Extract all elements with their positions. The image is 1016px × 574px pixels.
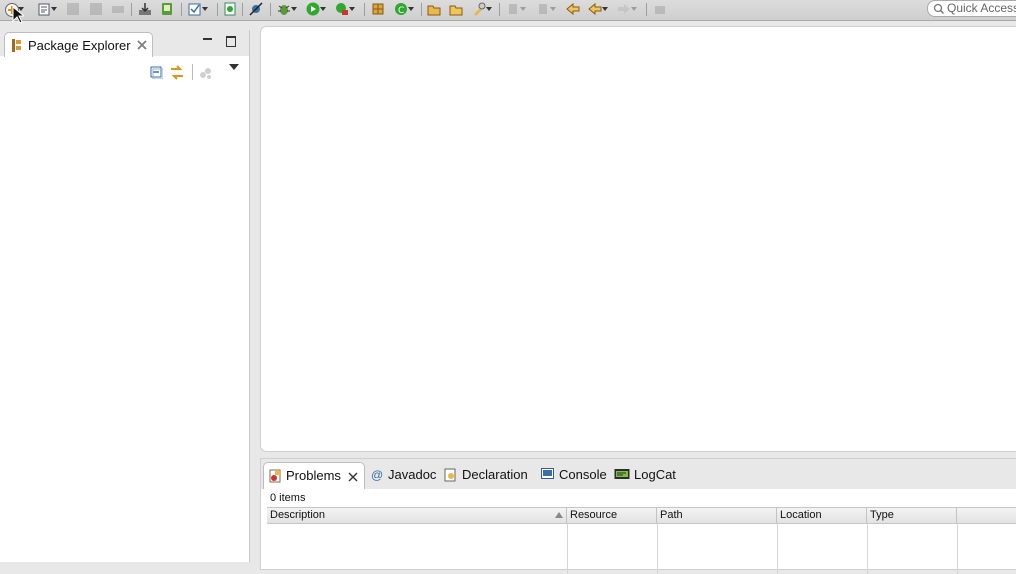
tab-declaration-label: Declaration xyxy=(462,467,528,482)
package-explorer-header: Package Explorer xyxy=(0,30,249,57)
android-xml-icon[interactable] xyxy=(223,2,237,16)
problems-items-count: 0 items xyxy=(270,492,306,504)
debug-icon[interactable] xyxy=(277,2,297,16)
column-header-type[interactable]: Type xyxy=(867,508,957,523)
svg-text:C: C xyxy=(398,6,404,16)
open-type-icon[interactable] xyxy=(427,2,441,16)
android-device-icon[interactable] xyxy=(160,2,174,16)
new-class-icon[interactable]: C xyxy=(394,2,414,16)
pin-editor-icon[interactable] xyxy=(653,2,667,16)
javadoc-at-icon: @ xyxy=(371,468,384,482)
run-external-icon[interactable] xyxy=(335,2,355,16)
editor-area xyxy=(260,26,1016,452)
package-explorer-title: Package Explorer xyxy=(28,38,131,53)
quick-access-field[interactable]: Quick Access xyxy=(927,0,1016,17)
toolbar-separator xyxy=(646,3,647,16)
tab-console-label: Console xyxy=(559,467,607,482)
tab-javadoc-label: Javadoc xyxy=(388,467,437,482)
main-toolbar: C Quick Access xyxy=(0,0,1016,21)
tab-logcat-label: LogCat xyxy=(634,467,676,482)
toolbar-separator xyxy=(421,3,422,16)
search-tool-icon[interactable] xyxy=(472,2,492,16)
close-icon[interactable] xyxy=(348,472,358,482)
focus-on-active-task-icon[interactable] xyxy=(199,66,213,80)
toolbar-separator xyxy=(131,3,132,16)
tab-problems-label: Problems xyxy=(286,468,341,483)
column-header-resource[interactable]: Resource xyxy=(567,508,657,523)
previous-annotation-icon[interactable] xyxy=(536,2,556,16)
mouse-cursor-icon xyxy=(12,6,24,24)
column-header-description[interactable]: Description xyxy=(267,508,567,523)
last-edit-location-icon[interactable] xyxy=(566,2,580,16)
declaration-icon xyxy=(444,468,456,482)
toolbar-separator xyxy=(217,3,218,16)
back-icon[interactable] xyxy=(588,2,608,16)
problems-table-header: Description Resource Path Location Type xyxy=(267,507,1016,524)
new-file-icon[interactable] xyxy=(37,2,57,16)
tab-logcat[interactable]: LogCat xyxy=(614,462,684,488)
checkbox-icon[interactable] xyxy=(188,2,208,16)
download-icon[interactable] xyxy=(138,2,152,16)
tab-problems[interactable]: Problems xyxy=(263,462,365,489)
run-icon[interactable] xyxy=(306,2,326,16)
tab-declaration[interactable]: Declaration xyxy=(442,462,532,488)
package-explorer-view: Package Explorer xyxy=(0,30,250,562)
tab-console[interactable]: Console xyxy=(539,462,609,488)
toolbar-separator xyxy=(364,3,365,16)
column-header-path[interactable]: Path xyxy=(657,508,777,523)
problems-icon xyxy=(269,469,281,483)
sort-ascending-icon xyxy=(555,512,563,518)
next-annotation-icon[interactable] xyxy=(506,2,526,16)
column-divider xyxy=(567,524,568,574)
quick-access-placeholder: Quick Access xyxy=(947,1,1016,15)
toolbar-separator xyxy=(242,3,243,16)
logcat-icon xyxy=(614,469,630,479)
console-icon xyxy=(541,468,554,479)
open-folder-icon[interactable] xyxy=(449,2,463,16)
save-icon[interactable] xyxy=(66,2,80,16)
maximize-icon[interactable] xyxy=(226,36,236,47)
package-explorer-icon xyxy=(12,39,21,52)
collapse-all-icon[interactable] xyxy=(150,66,163,79)
view-toolbar-separator xyxy=(192,64,193,80)
print-icon[interactable] xyxy=(111,2,125,16)
view-menu-icon[interactable] xyxy=(229,64,239,70)
toolbar-separator xyxy=(499,3,500,16)
column-divider xyxy=(657,524,658,574)
column-divider xyxy=(867,524,868,574)
tab-package-explorer[interactable]: Package Explorer xyxy=(4,32,153,57)
skip-breakpoints-icon[interactable] xyxy=(249,2,263,16)
search-icon xyxy=(933,3,945,15)
link-with-editor-icon[interactable] xyxy=(169,64,186,81)
new-package-icon[interactable] xyxy=(371,2,385,16)
column-divider xyxy=(957,524,958,574)
toolbar-separator xyxy=(270,3,271,16)
toolbar-separator xyxy=(181,3,182,16)
minimize-icon[interactable] xyxy=(203,38,212,40)
column-divider xyxy=(777,524,778,574)
tab-javadoc[interactable]: @ Javadoc xyxy=(369,462,439,488)
forward-icon[interactable] xyxy=(617,2,637,16)
bottom-panel: Problems @ Javadoc Declaration Console L… xyxy=(260,458,1016,574)
bottom-tab-bar: Problems @ Javadoc Declaration Console L… xyxy=(261,459,1016,489)
column-header-location[interactable]: Location xyxy=(777,508,867,523)
save-all-icon[interactable] xyxy=(89,2,103,16)
close-icon[interactable] xyxy=(137,40,147,50)
